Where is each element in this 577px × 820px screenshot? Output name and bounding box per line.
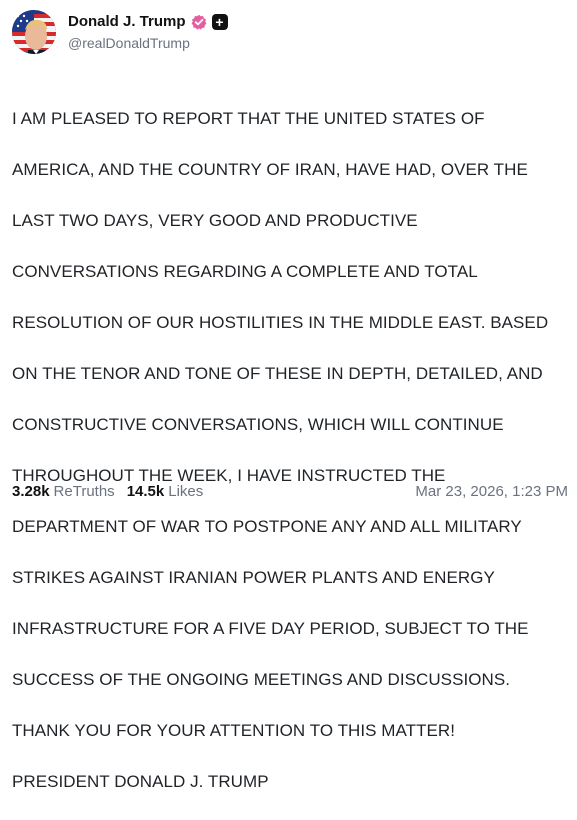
post-line: CONSTRUCTIVE CONVERSATIONS, WHICH WILL C… (12, 414, 504, 434)
post-line: CONVERSATIONS REGARDING A COMPLETE AND T… (12, 261, 478, 281)
retruths-stat[interactable]: 3.28k ReTruths (12, 483, 115, 500)
post-card: Donald J. Trump + @realDonaldTrump I AM … (0, 0, 577, 791)
post-footer: 3.28k ReTruths 14.5k Likes Mar 23, 2026,… (12, 481, 568, 501)
likes-count: 14.5k (126, 482, 165, 500)
retruths-label: ReTruths (53, 482, 115, 500)
post-body: I AM PLEASED TO REPORT THAT THE UNITED S… (12, 80, 568, 820)
post-line: STRIKES AGAINST IRANIAN POWER PLANTS AND… (12, 567, 495, 587)
post-line: INFRASTRUCTURE FOR A FIVE DAY PERIOD, SU… (12, 618, 529, 638)
author-display-name[interactable]: Donald J. Trump (68, 13, 186, 31)
avatar-image (12, 10, 56, 54)
post-line: LAST TWO DAYS, VERY GOOD AND PRODUCTIVE (12, 210, 418, 230)
avatar[interactable] (12, 10, 56, 54)
post-line: RESOLUTION OF OUR HOSTILITIES IN THE MID… (12, 312, 549, 332)
author-info: Donald J. Trump + @realDonaldTrump (68, 13, 228, 52)
likes-label: Likes (168, 482, 204, 500)
post-line: DEPARTMENT OF WAR TO POSTPONE ANY AND AL… (12, 516, 522, 536)
post-line: THANK YOU FOR YOUR ATTENTION TO THIS MAT… (12, 720, 455, 740)
post-line: AMERICA, AND THE COUNTRY OF IRAN, HAVE H… (12, 159, 528, 179)
verified-badge-icon (191, 14, 207, 30)
post-line: I AM PLEASED TO REPORT THAT THE UNITED S… (12, 108, 485, 128)
likes-stat[interactable]: 14.5k Likes (127, 483, 204, 500)
retruths-count: 3.28k (12, 482, 50, 500)
post-line: PRESIDENT DONALD J. TRUMP (12, 771, 269, 791)
post-header: Donald J. Trump + @realDonaldTrump (12, 8, 228, 56)
plus-icon[interactable]: + (211, 13, 228, 30)
post-line: SUCCESS OF THE ONGOING MEETINGS AND DISC… (12, 669, 510, 689)
name-row: Donald J. Trump + (68, 13, 228, 31)
post-timestamp[interactable]: Mar 23, 2026, 1:23 PM (415, 483, 568, 500)
post-line: ON THE TENOR AND TONE OF THESE IN DEPTH,… (12, 363, 543, 383)
author-handle[interactable]: @realDonaldTrump (68, 35, 228, 52)
